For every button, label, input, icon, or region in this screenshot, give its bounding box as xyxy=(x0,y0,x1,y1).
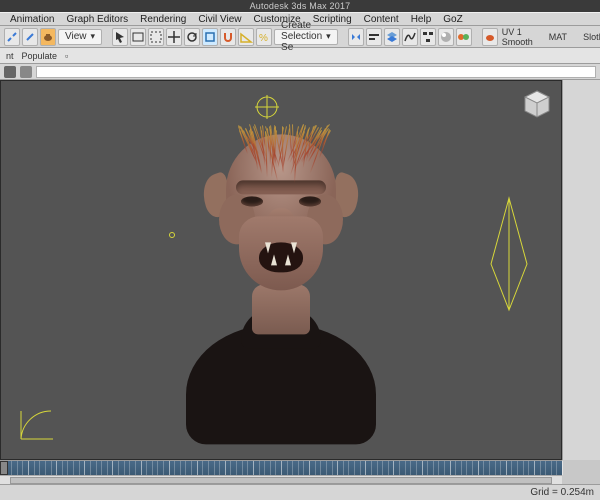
mat-label[interactable]: MAT xyxy=(549,32,567,42)
render-setup-icon[interactable] xyxy=(456,28,472,46)
menu-content[interactable]: Content xyxy=(358,14,405,25)
svg-text:%: % xyxy=(259,33,268,44)
ribbon-collapse-icon[interactable]: ▫ xyxy=(65,51,68,61)
command-panel[interactable] xyxy=(562,80,600,460)
selection-set-dropdown[interactable]: Create Selection Se▾ xyxy=(274,29,338,45)
menu-animation[interactable]: Animation xyxy=(4,14,60,25)
unlink-button[interactable] xyxy=(4,28,20,46)
menu-graph-editors[interactable]: Graph Editors xyxy=(60,14,134,25)
timeline[interactable] xyxy=(0,460,562,484)
curve-editor-icon[interactable] xyxy=(402,28,418,46)
slot-material-label[interactable]: SlotMaterialTest xyxy=(583,32,600,42)
scale-icon[interactable] xyxy=(202,28,218,46)
snap-icon[interactable] xyxy=(220,28,236,46)
light-gizmo[interactable] xyxy=(487,194,531,314)
mesh-head xyxy=(211,124,351,304)
grid-readout: Grid = 0.254m xyxy=(530,487,594,498)
axis-tripod xyxy=(11,399,61,449)
color-swatch-2[interactable] xyxy=(20,66,32,78)
ribbon-tab-populate[interactable]: Populate xyxy=(22,51,58,61)
status-bar: Grid = 0.254m xyxy=(0,484,600,500)
select-name-icon[interactable] xyxy=(130,28,146,46)
name-color-bar xyxy=(0,64,600,80)
angle-snap-icon[interactable] xyxy=(238,28,254,46)
rotate-icon[interactable] xyxy=(184,28,200,46)
hair-splines xyxy=(223,124,339,174)
viewport[interactable] xyxy=(0,80,562,460)
align-icon[interactable] xyxy=(366,28,382,46)
percent-snap-icon[interactable]: % xyxy=(256,28,272,46)
mesh-eye-left xyxy=(241,196,263,206)
layers-icon[interactable] xyxy=(384,28,400,46)
move-icon[interactable] xyxy=(166,28,182,46)
object-name-input[interactable] xyxy=(36,66,596,78)
mirror-icon[interactable] xyxy=(348,28,364,46)
time-track[interactable] xyxy=(0,461,562,475)
compass-gizmo[interactable] xyxy=(253,93,281,121)
menu-help[interactable]: Help xyxy=(405,14,438,25)
scene-mesh-bust[interactable] xyxy=(161,124,401,444)
select-region-icon[interactable] xyxy=(148,28,164,46)
teapot-icon[interactable] xyxy=(40,28,56,46)
uv-smooth-label[interactable]: UV 1 Smooth xyxy=(502,27,533,47)
teapot-render-icon[interactable] xyxy=(482,28,498,46)
time-slider[interactable] xyxy=(0,461,8,475)
view-dropdown[interactable]: View▾ xyxy=(58,29,102,45)
material-editor-icon[interactable] xyxy=(438,28,454,46)
select-arrow-icon[interactable] xyxy=(112,28,128,46)
link-button[interactable] xyxy=(22,28,38,46)
mesh-eye-right xyxy=(299,196,321,206)
menu-rendering[interactable]: Rendering xyxy=(134,14,192,25)
schematic-view-icon[interactable] xyxy=(420,28,436,46)
scrollbar-thumb[interactable] xyxy=(10,477,552,484)
color-swatch[interactable] xyxy=(4,66,16,78)
menu-goz[interactable]: GoZ xyxy=(437,14,468,25)
menu-civil-view[interactable]: Civil View xyxy=(192,14,247,25)
main-toolbar: View▾ % Create Selection Se▾ UV 1 Smooth… xyxy=(0,26,600,48)
viewcube[interactable] xyxy=(519,87,555,123)
ribbon-tab-1[interactable]: nt xyxy=(6,51,14,61)
title-bar: Autodesk 3ds Max 2017 xyxy=(0,0,600,12)
